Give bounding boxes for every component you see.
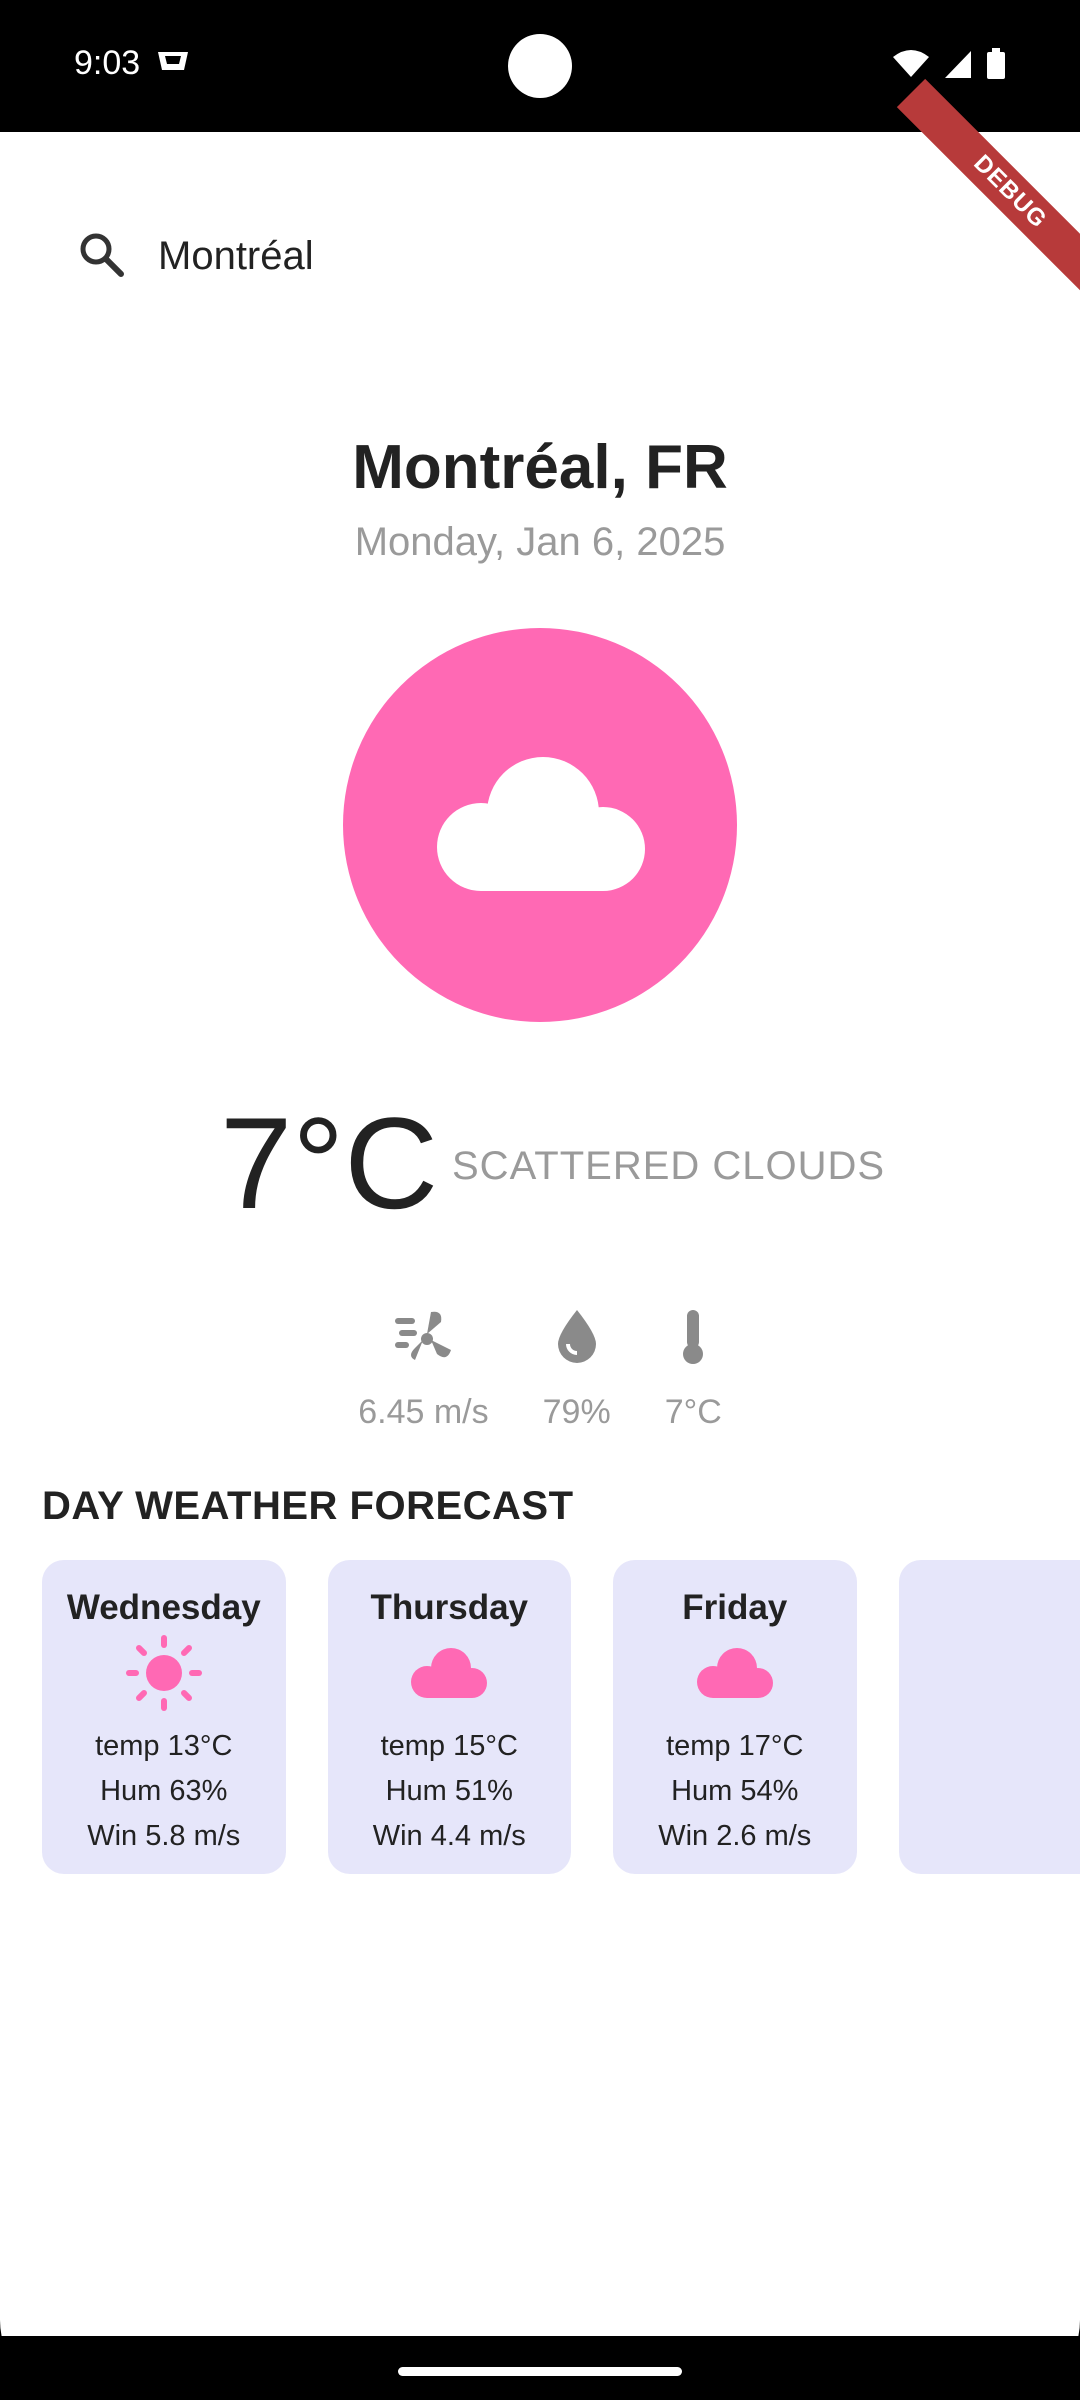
forecast-humidity: Hum 63% <box>100 1775 228 1807</box>
forecast-wind: Win 2.6 m/s <box>658 1820 812 1852</box>
humidity-icon <box>554 1308 600 1371</box>
forecast-day: Friday <box>682 1588 788 1627</box>
city-name: Montréal, FR <box>352 433 728 502</box>
forecast-humidity: Hum 51% <box>385 1775 513 1807</box>
phone-frame: 9:03 DEBUG Montréal Montréal, FR Monday,… <box>0 0 1080 2400</box>
forecast-card-partial[interactable] <box>898 1560 1080 1874</box>
cloud-icon <box>409 1628 489 1718</box>
forecast-card[interactable]: Thursday temp 15°C Hum 51% Win 4.4 m/s <box>327 1560 571 1874</box>
forecast-day: Thursday <box>370 1588 529 1627</box>
feels-like-stat: 7°C <box>665 1308 722 1432</box>
status-time: 9:03 <box>74 44 141 82</box>
current-weather-icon <box>343 628 737 1022</box>
feels-like-value: 7°C <box>664 1393 722 1431</box>
wind-value: 6.45 m/s <box>358 1393 489 1431</box>
battery-icon <box>986 48 1006 85</box>
wind-stat: 6.45 m/s <box>358 1308 489 1432</box>
cloud-icon <box>437 757 645 891</box>
cloud-icon <box>695 1628 775 1718</box>
notification-icon <box>156 50 190 79</box>
forecast-temp: temp 15°C <box>380 1730 518 1762</box>
forecast-day: Wednesday <box>66 1588 261 1627</box>
forecast-wind: Win 4.4 m/s <box>372 1820 526 1852</box>
forecast-title: DAY WEATHER FORECAST <box>42 1484 574 1528</box>
sun-icon <box>125 1628 202 1718</box>
signal-icon <box>944 49 972 84</box>
forecast-list[interactable]: Wednesday temp 13°C Hum 63% Win 5.8 m/s … <box>42 1560 1080 1876</box>
weather-stats: 6.45 m/s 79% 7°C <box>0 1308 1080 1432</box>
weather-description: SCATTERED CLOUDS <box>452 1144 886 1188</box>
camera-cutout <box>508 34 572 98</box>
search-icon[interactable] <box>76 229 126 284</box>
search-bar[interactable]: Montréal <box>76 216 314 296</box>
forecast-humidity: Hum 54% <box>671 1775 799 1807</box>
current-date: Monday, Jan 6, 2025 <box>354 520 726 564</box>
forecast-temp: temp 13°C <box>95 1730 233 1762</box>
forecast-card[interactable]: Wednesday temp 13°C Hum 63% Win 5.8 m/s <box>42 1560 286 1874</box>
search-input[interactable]: Montréal <box>158 234 314 279</box>
thermometer-icon <box>676 1308 710 1371</box>
wind-icon <box>393 1308 453 1371</box>
forecast-temp: temp 17°C <box>666 1730 804 1762</box>
status-icons <box>892 48 1006 85</box>
humidity-value: 79% <box>542 1393 611 1431</box>
app-screen: DEBUG Montréal Montréal, FR Monday, Jan … <box>0 78 1080 2336</box>
forecast-wind: Win 5.8 m/s <box>87 1820 241 1852</box>
humidity-stat: 79% <box>543 1308 611 1432</box>
current-temperature: 7°C <box>220 1090 439 1236</box>
forecast-card[interactable]: Friday temp 17°C Hum 54% Win 2.6 m/s <box>613 1560 857 1874</box>
gesture-handle[interactable] <box>398 2367 682 2376</box>
